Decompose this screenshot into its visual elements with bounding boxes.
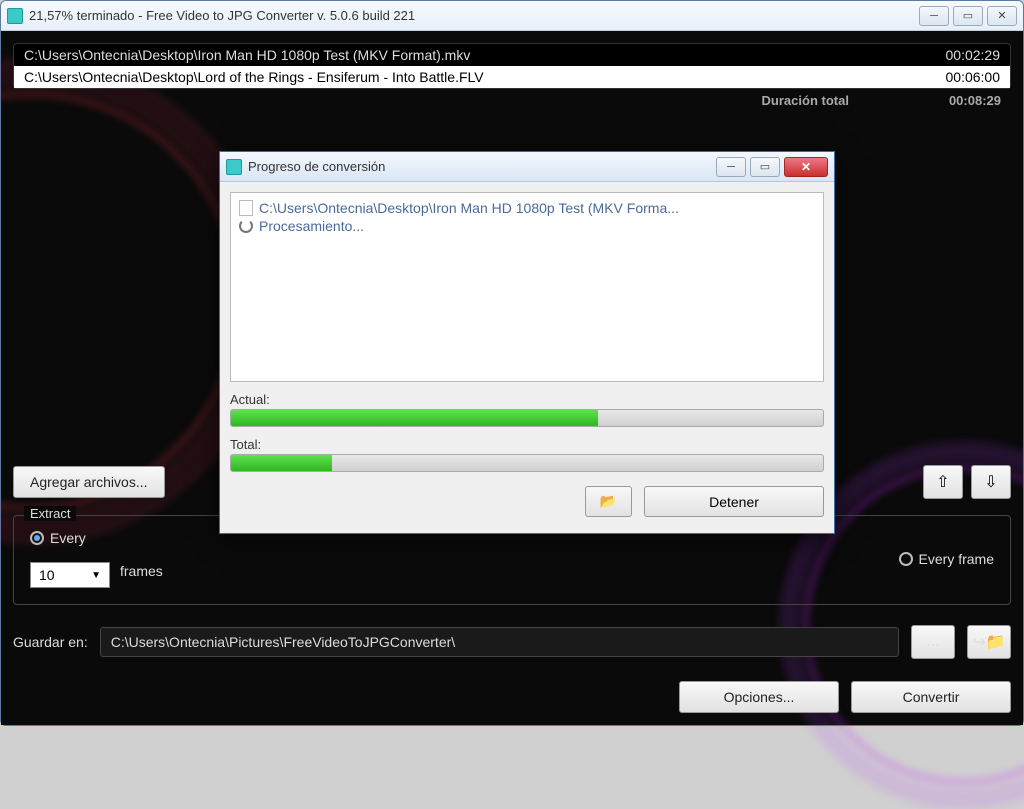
chevron-down-icon: ▼ [91,570,101,581]
folder-open-icon: 📂 [600,493,617,509]
total-label: Duración total [762,93,849,108]
convert-button[interactable]: Convertir [851,681,1011,713]
list-item: C:\Users\Ontecnia\Desktop\Iron Man HD 10… [239,199,815,217]
file-duration: 00:06:00 [946,69,1001,85]
file-path: C:\Users\Ontecnia\Desktop\Iron Man HD 10… [24,47,470,63]
frames-unit: frames [120,563,163,579]
move-down-button[interactable]: ⇩ [971,465,1011,499]
total-duration: 00:08:29 [949,93,1001,108]
minimize-button[interactable]: ─ [919,6,949,26]
dialog-file-list: C:\Users\Ontecnia\Desktop\Iron Man HD 10… [230,192,824,382]
options-button[interactable]: Opciones... [679,681,839,713]
file-icon [239,200,253,216]
dialog-processing-text: Procesamiento... [259,218,364,234]
actual-label: Actual: [230,392,824,407]
frames-value: 10 [39,567,55,583]
dialog-minimize-button[interactable]: ─ [716,157,746,177]
main-window: 21,57% terminado - Free Video to JPG Con… [0,0,1024,726]
close-button[interactable]: ✕ [987,6,1017,26]
file-path: C:\Users\Ontecnia\Desktop\Lord of the Ri… [24,69,484,85]
maximize-button[interactable]: ▭ [953,6,983,26]
processing-icon [239,219,253,233]
list-item: Procesamiento... [239,217,815,235]
file-row[interactable]: C:\Users\Ontecnia\Desktop\Iron Man HD 10… [14,44,1010,66]
total-progress-label: Total: [230,437,824,452]
stop-button[interactable]: Detener [644,486,824,517]
total-progress [230,454,824,472]
actual-progress [230,409,824,427]
radio-every-frame-label: Every frame [919,551,994,567]
arrow-down-icon: ⇩ [984,472,997,492]
app-icon [226,159,242,175]
window-title: 21,57% terminado - Free Video to JPG Con… [29,8,919,23]
dialog-close-button[interactable]: ✕ [784,157,828,177]
radio-every-frame[interactable]: Every frame [899,551,994,567]
file-duration: 00:02:29 [946,47,1001,63]
radio-every-label: Every [50,530,86,546]
save-label: Guardar en: [13,634,88,650]
open-folder-icon: ↪📁 [972,632,1005,652]
progress-fill [231,410,598,426]
save-path-input[interactable]: C:\Users\Ontecnia\Pictures\FreeVideoToJP… [100,627,899,657]
main-titlebar[interactable]: 21,57% terminado - Free Video to JPG Con… [1,1,1023,31]
app-icon [7,8,23,24]
open-output-button[interactable]: 📂 [585,486,632,517]
file-row[interactable]: C:\Users\Ontecnia\Desktop\Lord of the Ri… [14,66,1010,88]
file-list[interactable]: C:\Users\Ontecnia\Desktop\Iron Man HD 10… [13,43,1011,89]
frames-select[interactable]: 10 ▼ [30,562,110,588]
radio-icon [899,552,913,566]
dialog-maximize-button[interactable]: ▭ [750,157,780,177]
open-folder-button[interactable]: ↪📁 [967,625,1011,659]
total-duration-row: Duración total 00:08:29 [13,89,1011,112]
add-files-button[interactable]: Agregar archivos... [13,466,165,498]
progress-dialog: Progreso de conversión ─ ▭ ✕ C:\Users\On… [219,151,835,534]
radio-icon [30,531,44,545]
dialog-titlebar[interactable]: Progreso de conversión ─ ▭ ✕ [220,152,834,182]
browse-button[interactable]: ... [911,625,955,659]
ellipsis-icon: ... [926,633,939,651]
radio-every[interactable]: Every [30,530,163,546]
dialog-file-path: C:\Users\Ontecnia\Desktop\Iron Man HD 10… [259,200,679,216]
arrow-up-icon: ⇧ [936,472,949,492]
move-up-button[interactable]: ⇧ [923,465,963,499]
extract-legend: Extract [24,506,76,521]
progress-fill [231,455,332,471]
dialog-title: Progreso de conversión [248,159,716,174]
